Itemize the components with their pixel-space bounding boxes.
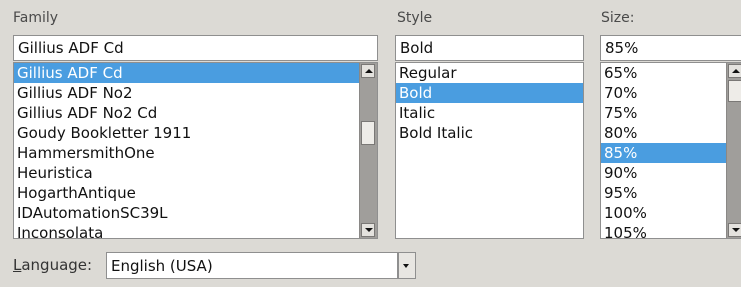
arrow-up-icon	[732, 69, 740, 73]
size-list-item[interactable]: 95%	[601, 183, 727, 203]
family-list-item[interactable]: HammersmithOne	[14, 143, 360, 163]
style-header: Style	[397, 10, 433, 26]
chevron-down-icon	[403, 264, 409, 268]
size-list-item[interactable]: 90%	[601, 163, 727, 183]
family-scroll-up-button[interactable]	[361, 64, 375, 78]
size-scroll-down-button[interactable]	[728, 223, 741, 237]
family-list[interactable]: Gillius ADF Cd Gillius ADF No2 Gillius ADF…	[13, 62, 378, 239]
size-list-item[interactable]: 85%	[601, 143, 727, 163]
family-list-item[interactable]: Gillius ADF No2 Cd	[14, 103, 360, 123]
size-list-item[interactable]: 75%	[601, 103, 727, 123]
style-list-item[interactable]: Italic	[396, 103, 583, 123]
language-label: Language:	[13, 256, 92, 274]
family-list-item[interactable]: Heuristica	[14, 163, 360, 183]
style-input[interactable]: Bold	[395, 35, 584, 61]
size-list-item[interactable]: 105%	[601, 223, 727, 238]
size-input[interactable]: 85%	[600, 35, 741, 61]
arrow-down-icon	[365, 228, 373, 232]
arrow-down-icon	[732, 228, 740, 232]
size-header: Size:	[601, 10, 635, 26]
style-list-item[interactable]: Regular	[396, 63, 583, 83]
size-scroll-thumb[interactable]	[728, 80, 741, 102]
size-scroll-up-button[interactable]	[728, 64, 741, 78]
family-list-item[interactable]: IDAutomationSC39L	[14, 203, 360, 223]
size-list-item[interactable]: 70%	[601, 83, 727, 103]
family-scrollbar[interactable]	[359, 63, 377, 238]
family-header: Family	[13, 10, 59, 26]
size-list-item[interactable]: 80%	[601, 123, 727, 143]
family-list-item[interactable]: Inconsolata	[14, 223, 360, 238]
family-input[interactable]: Gillius ADF Cd	[13, 35, 378, 61]
style-rows: Regular Bold Italic Bold Italic	[396, 63, 583, 143]
style-list-item[interactable]: Bold	[396, 83, 583, 103]
family-scroll-thumb[interactable]	[361, 121, 375, 145]
size-list[interactable]: 65% 70% 75% 80% 85% 90% 95% 100% 105%	[600, 62, 741, 239]
size-list-item[interactable]: 65%	[601, 63, 727, 83]
family-list-item[interactable]: Gillius ADF Cd	[14, 63, 360, 83]
size-scrollbar[interactable]	[726, 63, 741, 238]
family-list-item[interactable]: HogarthAntique	[14, 183, 360, 203]
family-list-item[interactable]: Goudy Bookletter 1911	[14, 123, 360, 143]
style-list[interactable]: Regular Bold Italic Bold Italic	[395, 62, 584, 239]
family-list-item[interactable]: Gillius ADF No2	[14, 83, 360, 103]
style-list-item[interactable]: Bold Italic	[396, 123, 583, 143]
family-scroll-down-button[interactable]	[361, 223, 375, 237]
language-dropdown-button[interactable]	[398, 252, 416, 279]
language-label-rest: anguage:	[21, 256, 93, 274]
language-combobox[interactable]: English (USA)	[106, 252, 398, 279]
size-list-item[interactable]: 100%	[601, 203, 727, 223]
family-rows: Gillius ADF Cd Gillius ADF No2 Gillius ADF…	[14, 63, 360, 238]
size-rows: 65% 70% 75% 80% 85% 90% 95% 100% 105%	[601, 63, 727, 238]
arrow-up-icon	[365, 69, 373, 73]
